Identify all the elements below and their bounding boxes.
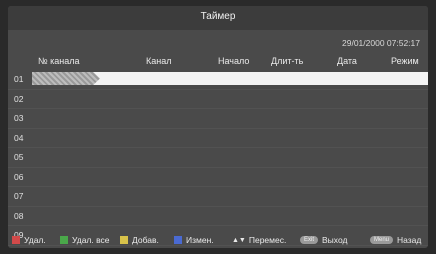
legend-delete-all[interactable]: Удал. все xyxy=(60,235,110,245)
datetime-display: 29/01/2000 07:52:17 xyxy=(342,38,420,48)
legend-add-label: Добав. xyxy=(132,235,159,245)
column-header-channel: Канал xyxy=(146,56,172,66)
timer-row[interactable]: 05 xyxy=(8,148,428,168)
timer-row[interactable]: 01 xyxy=(8,70,428,90)
up-down-arrows-icon: ▲▼ xyxy=(232,236,246,244)
row-number: 04 xyxy=(14,132,24,143)
legend-back-label: Назад xyxy=(397,235,422,245)
row-number: 02 xyxy=(14,93,24,104)
row-number: 08 xyxy=(14,210,24,221)
timer-row[interactable]: 03 xyxy=(8,109,428,129)
legend-back[interactable]: Menu Назад xyxy=(370,235,421,245)
timer-row[interactable]: 06 xyxy=(8,168,428,187)
legend-exit-label: Выход xyxy=(322,235,348,245)
legend-move[interactable]: ▲▼ Перемес. xyxy=(232,235,286,245)
timer-row[interactable]: 08 xyxy=(8,207,428,226)
row-number: 06 xyxy=(14,171,24,182)
timer-list: 01 02 03 04 05 06 07 08 09 xyxy=(8,70,428,246)
yellow-key-icon xyxy=(120,236,128,244)
timer-row[interactable]: 04 xyxy=(8,129,428,148)
column-headers: № канала Канал Начало Длит-ть Дата Режим xyxy=(8,54,428,70)
column-header-mode: Режим xyxy=(391,56,419,66)
legend-exit[interactable]: Exit Выход xyxy=(300,235,347,245)
legend-delete[interactable]: Удал. xyxy=(12,235,46,245)
column-header-channel-number: № канала xyxy=(38,56,80,66)
selection-cursor xyxy=(32,72,100,85)
blue-key-icon xyxy=(174,236,182,244)
red-key-icon xyxy=(12,236,20,244)
green-key-icon xyxy=(60,236,68,244)
page-title: Таймер xyxy=(200,11,236,22)
row-number: 03 xyxy=(14,113,24,123)
timer-row[interactable]: 07 xyxy=(8,187,428,207)
timer-row[interactable]: 02 xyxy=(8,90,428,109)
legend-add[interactable]: Добав. xyxy=(120,235,159,245)
legend-edit-label: Измен. xyxy=(186,235,214,245)
row-number: 07 xyxy=(14,191,24,201)
legend-move-label: Перемес. xyxy=(248,235,287,245)
legend-delete-all-label: Удал. все xyxy=(72,235,110,245)
menu-key-icon: Menu xyxy=(370,236,394,244)
column-header-date: Дата xyxy=(337,56,357,66)
row-number: 05 xyxy=(14,152,24,162)
footer-legend: Удал. Удал. все Добав. Измен. ▲▼ Перемес… xyxy=(8,233,428,248)
exit-key-icon: Exit xyxy=(300,236,319,244)
legend-delete-label: Удал. xyxy=(24,235,46,245)
legend-edit[interactable]: Измен. xyxy=(174,235,214,245)
title-bar: Таймер xyxy=(8,6,428,30)
row-number: 01 xyxy=(14,74,24,84)
timer-screen: Таймер 29/01/2000 07:52:17 № канала Кана… xyxy=(8,6,428,248)
column-header-duration: Длит-ть xyxy=(271,56,304,66)
column-header-start: Начало xyxy=(218,56,250,66)
